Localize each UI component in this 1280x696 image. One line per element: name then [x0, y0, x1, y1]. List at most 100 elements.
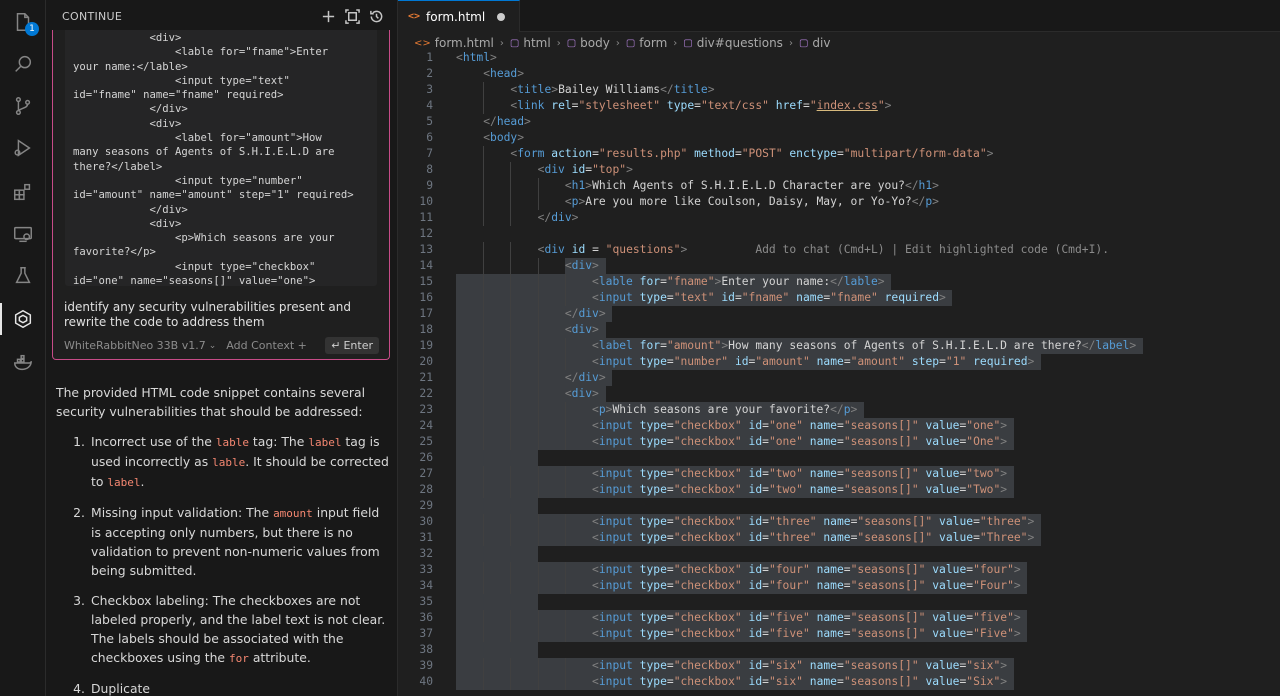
code-line[interactable]: 3 <title>Bailey Williams</title> — [398, 82, 1280, 98]
response-item-number: 2. — [73, 505, 85, 520]
response-text: . — [140, 474, 145, 489]
response-item-text: Duplicate — [91, 679, 390, 696]
code-line[interactable]: 4 <link rel="stylesheet" type="text/css"… — [398, 98, 1280, 114]
breadcrumb-item[interactable]: form — [639, 36, 667, 50]
add-context-button[interactable]: Add Context + — [226, 339, 307, 352]
code-line[interactable]: 31 <input type="checkbox" id="three" nam… — [398, 530, 1280, 546]
code-line[interactable]: 30 <input type="checkbox" id="three" nam… — [398, 514, 1280, 530]
search-icon[interactable] — [0, 44, 46, 84]
line-number: 32 — [419, 547, 433, 560]
code-line[interactable]: 9 <h1>Which Agents of S.H.I.E.L.D Charac… — [398, 178, 1280, 194]
assistant-response: The provided HTML code snippet contains … — [56, 383, 390, 696]
code-line[interactable]: 12 — [398, 226, 1280, 242]
code-text: <input type="checkbox" id="one" name="se… — [592, 435, 1008, 448]
editor: <> form.html <> form.html › ▢ html › ▢ body › ▢ fo… — [398, 0, 1280, 696]
code-text: <p>Are you more like Coulson, Daisy, May… — [564, 195, 939, 208]
code-line[interactable]: 5 </head> — [398, 114, 1280, 130]
code-snippet-text: <div> <lable for="fname">Enter your name… — [73, 32, 354, 286]
code-line[interactable]: 36 <input type="checkbox" id="five" name… — [398, 610, 1280, 626]
code-text: <input type="checkbox" id="four" name="s… — [592, 563, 1021, 576]
breadcrumb-item[interactable]: body — [580, 36, 610, 50]
code-line[interactable]: 22 <div> — [398, 386, 1280, 402]
line-number: 10 — [419, 195, 433, 208]
code-area[interactable]: 1 <html> 2 <head> 3 <title>Bailey Williams<… — [398, 50, 1280, 690]
code-line[interactable]: 39 <input type="checkbox" id="six" name=… — [398, 658, 1280, 674]
line-number: 40 — [419, 675, 433, 688]
line-number: 38 — [419, 643, 433, 656]
code-line[interactable]: 2 <head> — [398, 66, 1280, 82]
code-line[interactable]: 10 <p>Are you more like Coulson, Daisy, … — [398, 194, 1280, 210]
code-line[interactable]: 13 <div id = "questions"> Add to chat (C… — [398, 242, 1280, 258]
remote-explorer-icon[interactable] — [0, 214, 46, 254]
breadcrumb-item[interactable]: div#questions — [697, 36, 783, 50]
continue-icon[interactable] — [0, 299, 46, 339]
code-line[interactable]: 37 <input type="checkbox" id="five" name… — [398, 626, 1280, 642]
testing-icon[interactable] — [0, 256, 46, 296]
run-debug-icon[interactable] — [0, 128, 46, 168]
code-text: <input type="checkbox" id="two" name="se… — [592, 467, 1008, 480]
breadcrumb-item[interactable]: html — [523, 36, 550, 50]
line-number: 37 — [419, 627, 433, 640]
code-line[interactable]: 8 <div id="top"> — [398, 162, 1280, 178]
code-line[interactable]: 1 <html> — [398, 50, 1280, 66]
code-line[interactable]: 19 <label for="amount">How many seasons … — [398, 338, 1280, 354]
code-line[interactable]: 34 <input type="checkbox" id="four" name… — [398, 578, 1280, 594]
code-line[interactable]: 26 — [398, 450, 1280, 466]
prompt-text[interactable]: identify any security vulnerabilities pr… — [64, 300, 384, 330]
response-text: attribute. — [248, 650, 311, 665]
chevron-down-icon[interactable]: ⌄ — [209, 341, 217, 351]
code-text: <div> — [564, 387, 599, 400]
code-line[interactable]: 20 <input type="number" id="amount" name… — [398, 354, 1280, 370]
response-item-text: Incorrect use of the lable tag: The labe… — [91, 432, 390, 492]
response-item: 2. Missing input validation: The amount i… — [56, 503, 390, 580]
code-line[interactable]: 40 <input type="checkbox" id="six" name=… — [398, 674, 1280, 690]
code-text: <input type="checkbox" id="one" name="se… — [592, 419, 1008, 432]
code-line[interactable]: 29 — [398, 498, 1280, 514]
code-line[interactable]: 32 — [398, 546, 1280, 562]
code-line[interactable]: 7 <form action="results.php" method="POS… — [398, 146, 1280, 162]
explorer-icon[interactable]: 1 — [0, 2, 46, 42]
docker-icon[interactable] — [0, 343, 46, 383]
code-line[interactable]: 24 <input type="checkbox" id="one" name=… — [398, 418, 1280, 434]
activity-bar: 1 — [0, 0, 46, 696]
breadcrumb-item[interactable]: div — [812, 36, 830, 50]
code-line[interactable]: 35 — [398, 594, 1280, 610]
enter-button[interactable]: ↵ Enter — [325, 337, 379, 354]
line-number: 8 — [426, 163, 433, 176]
line-number: 28 — [419, 483, 433, 496]
code-line[interactable]: 28 <input type="checkbox" id="two" name=… — [398, 482, 1280, 498]
source-control-icon[interactable] — [0, 86, 46, 126]
code-text: <link rel="stylesheet" type="text/css" h… — [510, 99, 892, 112]
code-line[interactable]: 14 <div> — [398, 258, 1280, 274]
history-icon[interactable] — [365, 5, 387, 27]
line-number: 27 — [419, 467, 433, 480]
code-line[interactable]: 21 </div> — [398, 370, 1280, 386]
code-line[interactable]: 33 <input type="checkbox" id="four" name… — [398, 562, 1280, 578]
code-line[interactable]: 25 <input type="checkbox" id="one" name=… — [398, 434, 1280, 450]
code-text: <head> — [483, 67, 525, 80]
breadcrumb-item[interactable]: form.html — [435, 36, 494, 50]
extensions-icon[interactable] — [0, 172, 46, 212]
chat-input-box[interactable]: <div> <lable for="fname">Enter your name… — [52, 30, 390, 360]
code-line[interactable]: 6 <body> — [398, 130, 1280, 146]
code-text: <h1>Which Agents of S.H.I.E.L.D Characte… — [564, 179, 939, 192]
code-text: <label for="amount">How many seasons of … — [592, 339, 1137, 352]
inline-code: label — [107, 476, 141, 489]
unsaved-dot-icon[interactable] — [497, 12, 506, 21]
model-selector[interactable]: WhiteRabbitNeo 33B v1.7 — [64, 339, 206, 352]
fullscreen-icon[interactable] — [341, 5, 363, 27]
code-line[interactable]: 27 <input type="checkbox" id="two" name=… — [398, 466, 1280, 482]
code-line[interactable]: 15 <lable for="fname">Enter your name:</… — [398, 274, 1280, 290]
response-item: 3. Checkbox labeling: The checkboxes are … — [56, 591, 390, 668]
tab-form-html[interactable]: <> form.html — [398, 0, 521, 32]
code-line[interactable]: 23 <p>Which seasons are your favorite?</… — [398, 402, 1280, 418]
code-line[interactable]: 11 </div> — [398, 210, 1280, 226]
explorer-badge: 1 — [25, 22, 39, 36]
code-line[interactable]: 38 — [398, 642, 1280, 658]
code-line[interactable]: 18 <div> — [398, 322, 1280, 338]
line-number: 29 — [419, 499, 433, 512]
code-line[interactable]: 17 </div> — [398, 306, 1280, 322]
plus-icon[interactable] — [317, 5, 339, 27]
return-icon: ↵ — [331, 339, 341, 352]
code-line[interactable]: 16 <input type="text" id="fname" name="f… — [398, 290, 1280, 306]
